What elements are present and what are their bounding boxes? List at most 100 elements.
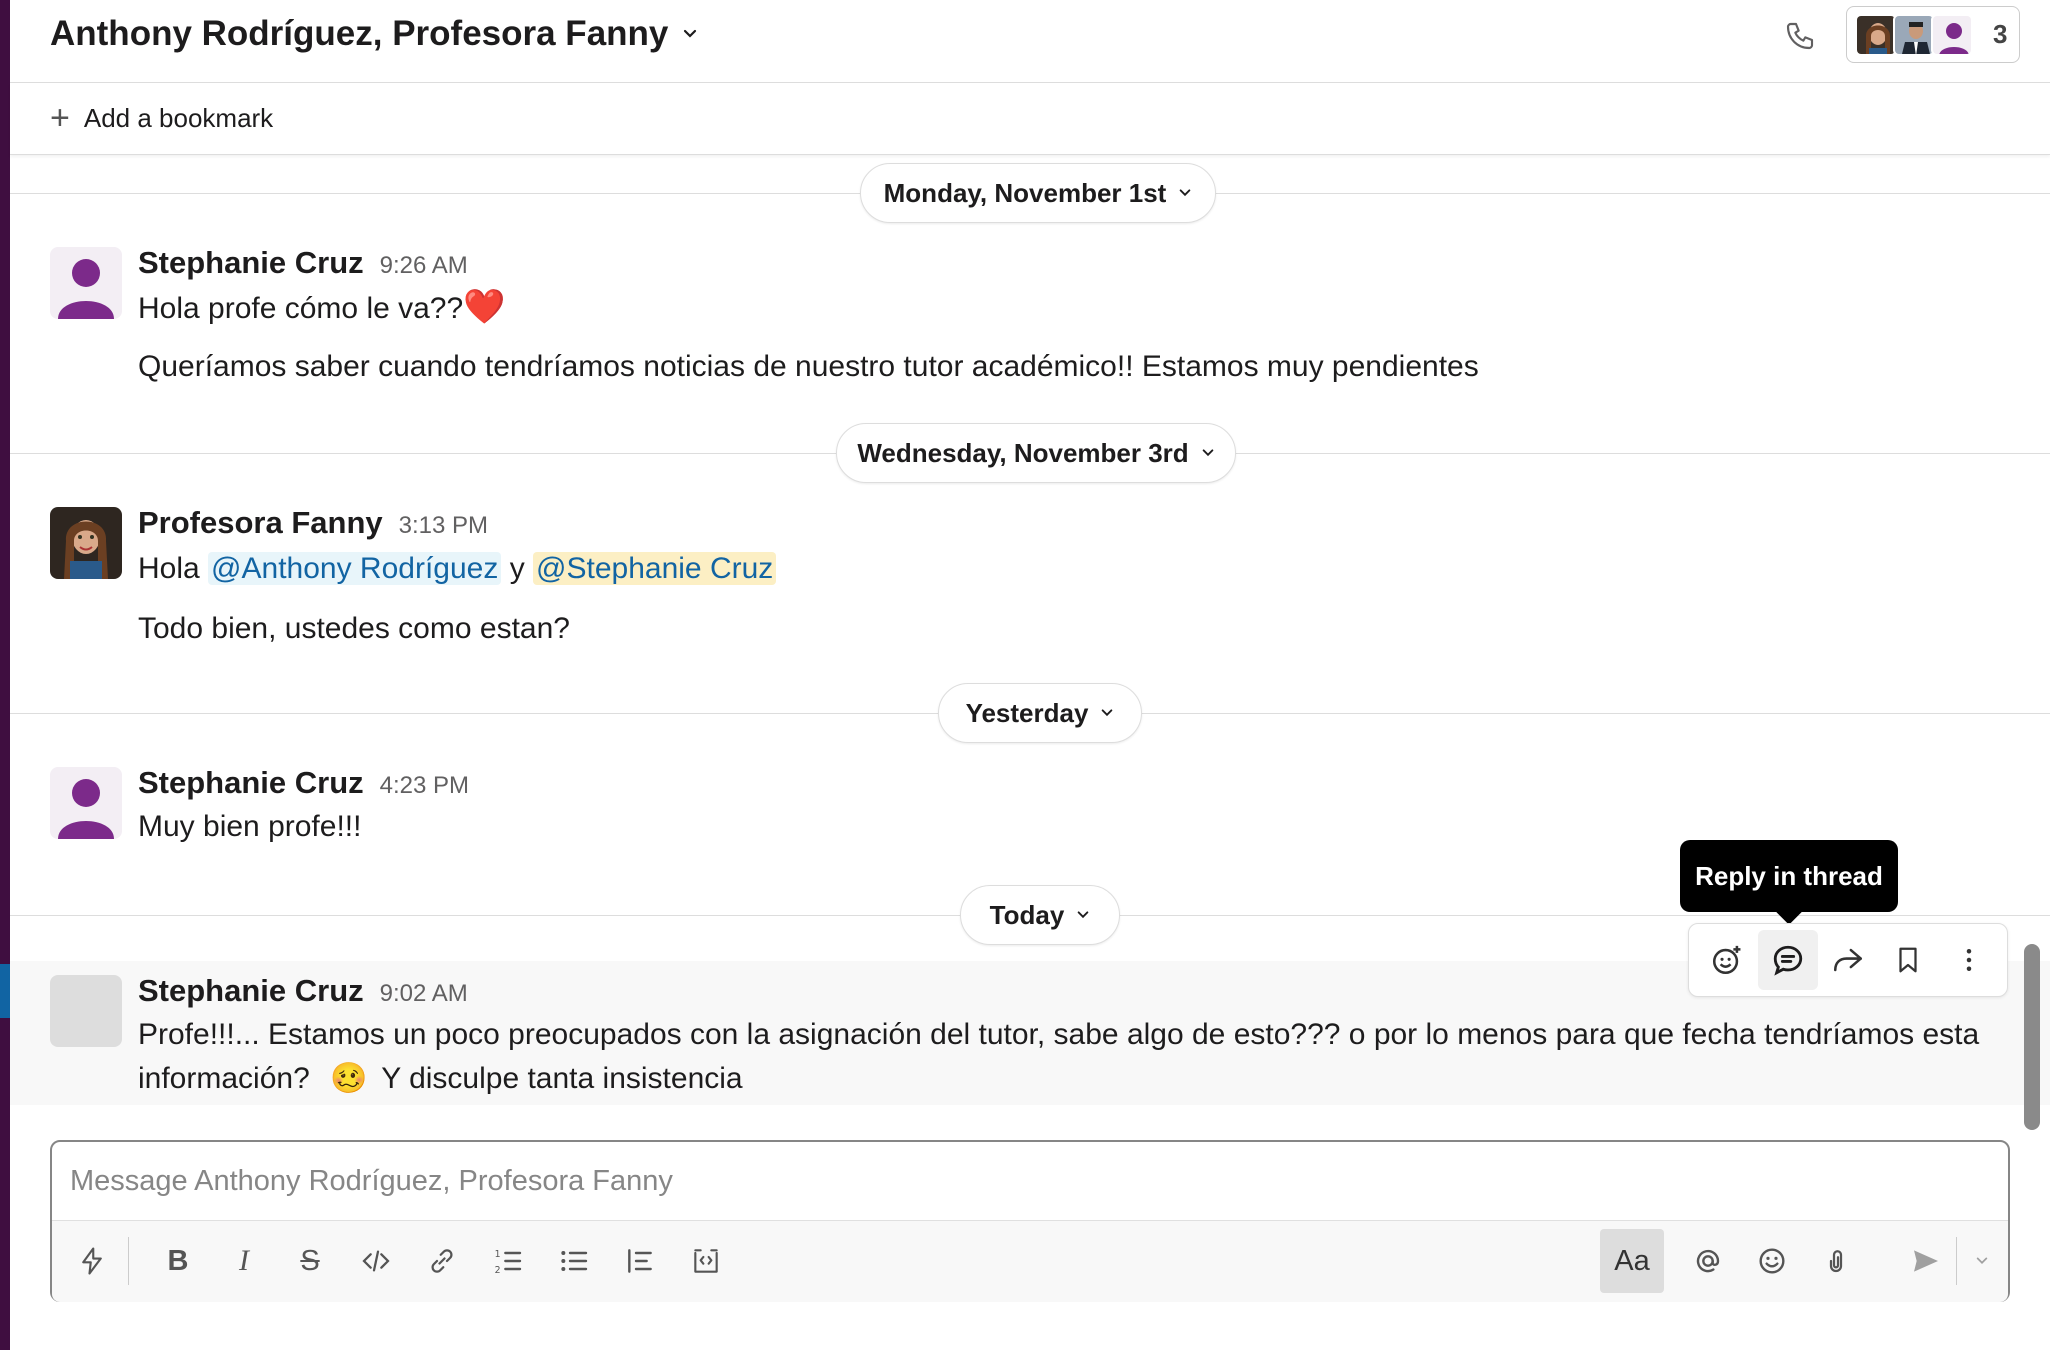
- code-button[interactable]: [350, 1235, 402, 1287]
- code-icon: [362, 1250, 390, 1272]
- chevron-down-icon: [684, 29, 697, 38]
- italic-button[interactable]: I: [218, 1235, 270, 1287]
- date-divider-button[interactable]: Yesterday: [938, 683, 1142, 743]
- code-block-button[interactable]: [680, 1235, 732, 1287]
- message-line: Hola profe cómo le va??: [138, 292, 464, 325]
- schedule-send-button[interactable]: [1964, 1235, 2000, 1287]
- members-button[interactable]: 3: [1846, 6, 2020, 63]
- member-count: 3: [1993, 19, 2008, 49]
- message-composer: B I S 12 Aa: [50, 1140, 2010, 1302]
- composer-toolbar: B I S 12 Aa: [52, 1220, 2008, 1302]
- message-text: Profe!!!... Estamos un poco preocupados …: [138, 1018, 1980, 1051]
- message-text: Todo bien, ustedes como estan?: [138, 612, 570, 645]
- message-timestamp[interactable]: 9:26 AM: [380, 252, 468, 280]
- message-line: y: [509, 552, 525, 585]
- more-vertical-icon: [1966, 949, 1971, 971]
- plus-icon: +: [50, 99, 70, 137]
- message-header: Stephanie Cruz 9:26 AM: [138, 245, 468, 281]
- self-mention[interactable]: @Stephanie Cruz: [533, 552, 777, 585]
- paperclip-icon: [1829, 1250, 1843, 1273]
- toolbar-divider: [128, 1237, 129, 1285]
- save-message-button[interactable]: [1878, 930, 1938, 990]
- chevron-down-icon: [1976, 1257, 1988, 1264]
- call-button[interactable]: [1778, 14, 1822, 58]
- send-button[interactable]: [1900, 1235, 1952, 1287]
- sender-name[interactable]: Stephanie Cruz: [138, 973, 364, 1009]
- avatar[interactable]: [50, 767, 122, 839]
- more-actions-button[interactable]: [1939, 930, 1999, 990]
- sender-name[interactable]: Stephanie Cruz: [138, 245, 364, 281]
- at-sign-icon: [1696, 1249, 1720, 1273]
- user-mention[interactable]: @Anthony Rodríguez: [208, 552, 502, 585]
- message-timestamp[interactable]: 9:02 AM: [380, 980, 468, 1008]
- date-divider-button[interactable]: Monday, November 1st: [860, 163, 1216, 223]
- strikethrough-icon: S: [300, 1244, 320, 1277]
- bold-button[interactable]: B: [152, 1235, 204, 1287]
- sender-name[interactable]: Profesora Fanny: [138, 505, 383, 541]
- avatar[interactable]: [50, 247, 122, 319]
- message-header: Stephanie Cruz 4:23 PM: [138, 765, 469, 801]
- formatting-toggle-button[interactable]: Aa: [1600, 1229, 1664, 1293]
- bold-icon: B: [167, 1244, 189, 1277]
- add-bookmark-button[interactable]: + Add a bookmark: [50, 101, 273, 135]
- date-divider-label: Wednesday, November 3rd: [857, 437, 1189, 468]
- message-timestamp[interactable]: 3:13 PM: [399, 512, 488, 540]
- message-list-scrollbar[interactable]: [2024, 944, 2040, 1130]
- lightning-icon: [82, 1247, 102, 1275]
- avatar[interactable]: [50, 507, 122, 579]
- ordered-list-button[interactable]: 12: [482, 1235, 534, 1287]
- member-avatar-fanny: [1855, 13, 1897, 56]
- phone-icon: [1786, 22, 1814, 50]
- strikethrough-button[interactable]: S: [284, 1235, 336, 1287]
- date-divider-label: Yesterday: [965, 697, 1089, 728]
- channel-title-button[interactable]: Anthony Rodríguez, Profesora Fanny: [50, 14, 698, 54]
- sender-name[interactable]: Stephanie Cruz: [138, 765, 364, 801]
- avatar[interactable]: [50, 975, 122, 1047]
- attach-file-button[interactable]: [1810, 1235, 1862, 1287]
- add-reaction-button[interactable]: [1697, 930, 1757, 990]
- add-bookmark-label: Add a bookmark: [83, 102, 274, 133]
- blockquote-icon: [628, 1249, 652, 1273]
- conversation-view: Anthony Rodríguez, Profesora Fanny 3 + A…: [10, 0, 2050, 1350]
- date-divider-button[interactable]: Wednesday, November 3rd: [836, 423, 1236, 483]
- workspace-sidebar-edge: [0, 0, 10, 1350]
- shortcuts-button[interactable]: [66, 1235, 118, 1287]
- message-header: Stephanie Cruz 9:02 AM: [138, 973, 468, 1009]
- emoji-icon: [1759, 1248, 1785, 1274]
- bookmark-icon: [1899, 947, 1917, 973]
- link-button[interactable]: [416, 1235, 468, 1287]
- chevron-down-icon: [1180, 189, 1191, 197]
- code-block-icon: [694, 1249, 718, 1273]
- reply-in-thread-button[interactable]: [1757, 930, 1818, 990]
- bulleted-list-button[interactable]: [548, 1235, 600, 1287]
- reply-in-thread-tooltip: Reply in thread: [1680, 840, 1898, 925]
- chevron-down-icon: [1202, 449, 1214, 457]
- message-actions-toolbar: [1688, 923, 2008, 997]
- heart-emoji: ❤️: [463, 288, 506, 326]
- channel-header: Anthony Rodríguez, Profesora Fanny 3: [10, 0, 2050, 83]
- ordered-list-icon: 12: [495, 1249, 522, 1276]
- message-input[interactable]: [52, 1142, 2008, 1220]
- message-timestamp[interactable]: 4:23 PM: [380, 772, 469, 800]
- add-reaction-icon: [1713, 945, 1741, 975]
- date-divider-label: Monday, November 1st: [883, 177, 1167, 208]
- formatting-label: Aa: [1614, 1244, 1650, 1277]
- message-item[interactable]: Profesora Fanny 3:13 PM Hola @Anthony Ro…: [10, 495, 2050, 675]
- link-icon: [431, 1249, 453, 1273]
- forward-message-button[interactable]: [1818, 930, 1878, 990]
- emoji-button[interactable]: [1746, 1235, 1798, 1287]
- message-header: Profesora Fanny 3:13 PM: [138, 505, 488, 541]
- svg-text:2: 2: [495, 1265, 501, 1276]
- message-line: Hola: [138, 552, 200, 585]
- toolbar-divider: [1956, 1237, 1957, 1285]
- tooltip-text: Reply in thread: [1695, 860, 1883, 891]
- blockquote-button[interactable]: [614, 1235, 666, 1287]
- mention-button[interactable]: [1682, 1235, 1734, 1287]
- italic-icon: I: [239, 1244, 249, 1277]
- message-line: información?: [138, 1062, 310, 1095]
- message-line: Y disculpe tanta insistencia: [381, 1062, 743, 1095]
- date-divider-button[interactable]: Today: [960, 885, 1120, 945]
- thread-icon: [1773, 945, 1802, 976]
- channel-title: Anthony Rodríguez, Profesora Fanny: [50, 14, 669, 53]
- message-item[interactable]: Stephanie Cruz 9:26 AM Hola profe cómo l…: [10, 235, 2050, 415]
